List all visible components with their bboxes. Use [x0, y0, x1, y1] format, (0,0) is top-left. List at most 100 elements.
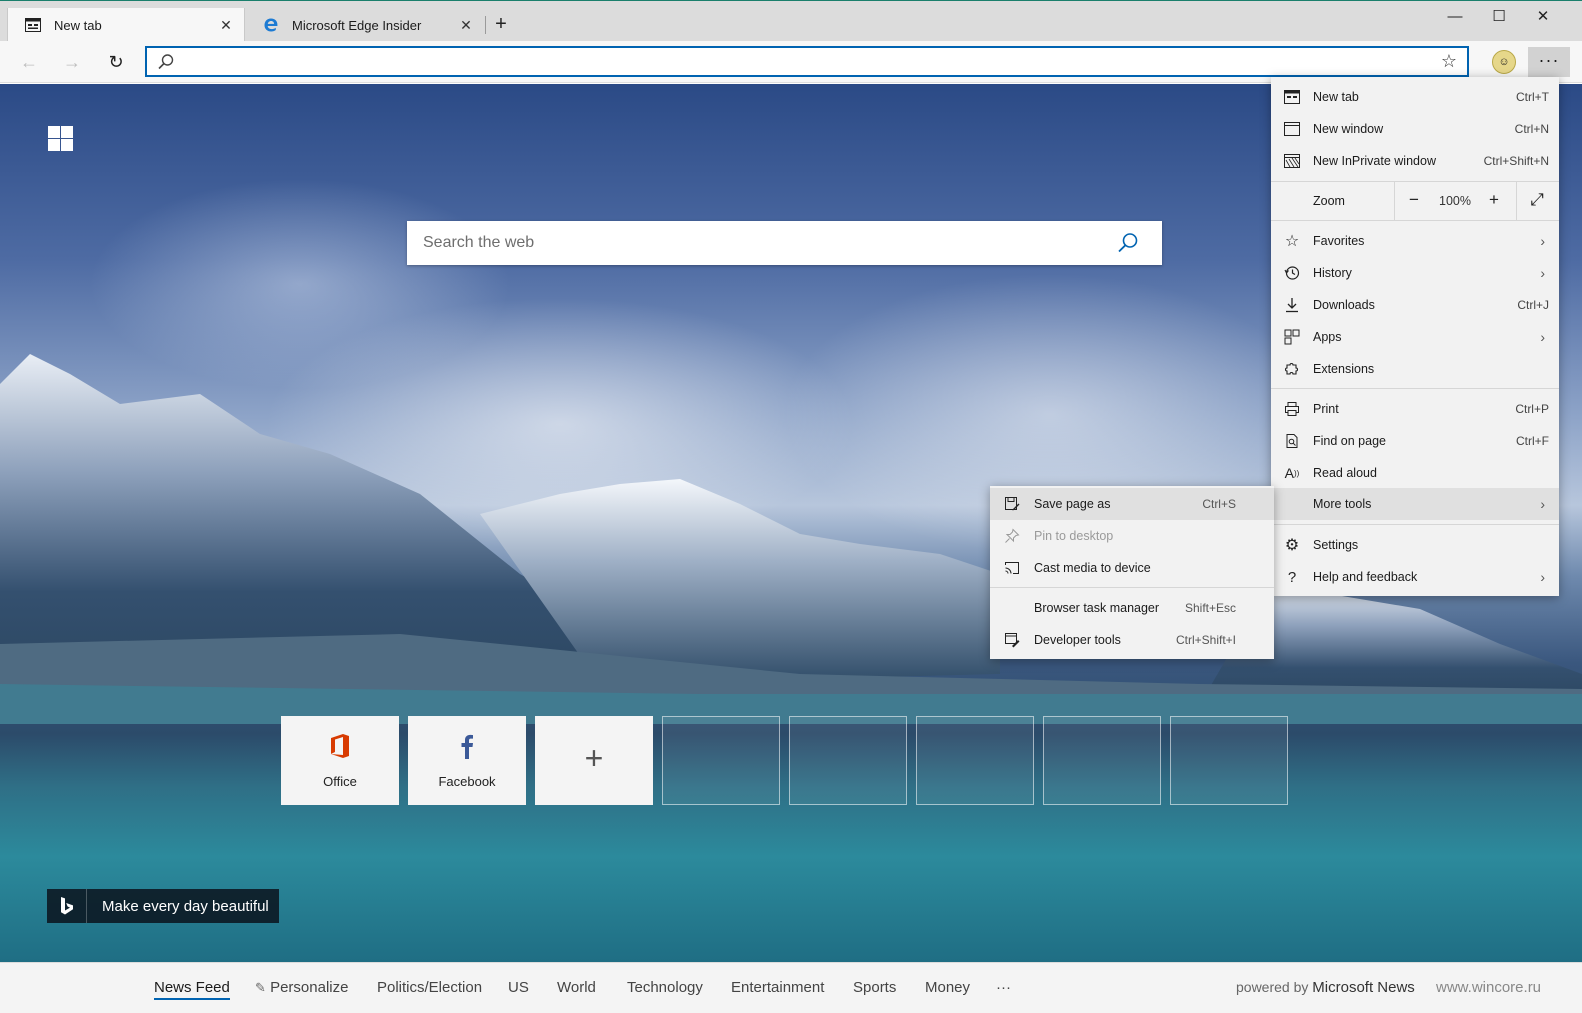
bing-image-caption[interactable]: Make every day beautiful: [47, 889, 279, 923]
zoom-out-button[interactable]: −: [1401, 190, 1427, 210]
cast-icon: [1003, 559, 1021, 577]
empty-site-slot[interactable]: [1170, 716, 1288, 805]
office-logo-icon: [281, 732, 399, 760]
news-tab-money[interactable]: Money: [925, 979, 970, 996]
menu-label: Find on page: [1313, 434, 1386, 448]
menu-label: Apps: [1313, 330, 1342, 344]
search-input[interactable]: Search the web: [423, 234, 534, 252]
powered-by: powered by Microsoft News: [1236, 979, 1415, 996]
tab-new-tab[interactable]: New tab ✕: [7, 8, 245, 42]
devtools-icon: [1003, 631, 1021, 649]
news-tab-sports[interactable]: Sports: [853, 979, 896, 996]
newtab-page-icon: [24, 17, 42, 33]
star-icon: ☆: [1284, 233, 1300, 250]
submenu-developer-tools[interactable]: Developer tools Ctrl+Shift+I: [990, 624, 1274, 656]
fullscreen-button[interactable]: ⤢: [1524, 190, 1550, 210]
news-tab-news-feed[interactable]: News Feed: [154, 979, 230, 1000]
empty-site-slot[interactable]: [789, 716, 907, 805]
empty-site-slot[interactable]: [662, 716, 780, 805]
print-icon: [1283, 400, 1301, 418]
powered-brand[interactable]: Microsoft News: [1312, 979, 1415, 996]
tab-title: Microsoft Edge Insider: [292, 17, 422, 33]
menu-apps[interactable]: Apps ›: [1271, 321, 1559, 353]
new-tab-icon: [1283, 88, 1301, 106]
news-tab-politics[interactable]: Politics/Election: [377, 979, 482, 996]
favorite-star-icon[interactable]: ☆: [1441, 51, 1457, 72]
menu-new-inprivate-window[interactable]: New InPrivate window Ctrl+Shift+N: [1271, 145, 1559, 177]
menu-label: New tab: [1313, 90, 1359, 104]
menu-favorites[interactable]: ☆ Favorites ›: [1271, 225, 1559, 257]
menu-label: History: [1313, 266, 1352, 280]
download-icon: [1283, 296, 1301, 314]
tab-edge-insider[interactable]: Microsoft Edge Insider ✕: [246, 8, 484, 42]
maximize-button[interactable]: ☐: [1477, 1, 1521, 31]
close-window-button[interactable]: ✕: [1521, 1, 1565, 31]
submenu-shortcut: Ctrl+Shift+I: [1175, 633, 1236, 647]
top-site-office[interactable]: Office: [281, 716, 399, 805]
menu-new-window[interactable]: New window Ctrl+N: [1271, 113, 1559, 145]
caption-text: Make every day beautiful: [102, 897, 269, 915]
menu-more-tools[interactable]: More tools ›: [1271, 488, 1559, 520]
news-tab-world[interactable]: World: [557, 979, 596, 996]
menu-print[interactable]: Print Ctrl+P: [1271, 393, 1559, 425]
menu-help-and-feedback[interactable]: ? Help and feedback ›: [1271, 561, 1559, 593]
tab-divider: [485, 16, 486, 34]
top-site-facebook[interactable]: Facebook: [408, 716, 526, 805]
close-tab-icon[interactable]: ✕: [458, 17, 474, 34]
zoom-label: Zoom: [1313, 194, 1345, 208]
zoom-in-button[interactable]: +: [1481, 190, 1507, 210]
web-search-box[interactable]: Search the web: [407, 221, 1162, 265]
settings-menu: New tab Ctrl+T New window Ctrl+N New InP…: [1271, 77, 1559, 596]
menu-shortcut: Ctrl+F: [1516, 434, 1549, 448]
menu-extensions[interactable]: Extensions: [1271, 353, 1559, 385]
top-site-label: Office: [323, 774, 357, 789]
menu-label: More tools: [1313, 497, 1372, 511]
refresh-button[interactable]: ↻: [100, 47, 132, 77]
settings-more-button[interactable]: ···: [1528, 47, 1570, 77]
back-button[interactable]: ←: [13, 47, 45, 77]
news-more-button[interactable]: ···: [996, 979, 1011, 996]
submenu-cast-media[interactable]: Cast media to device: [990, 552, 1274, 584]
empty-site-slot[interactable]: [916, 716, 1034, 805]
news-tab-technology[interactable]: Technology: [627, 979, 703, 996]
menu-new-tab[interactable]: New tab Ctrl+T: [1271, 81, 1559, 113]
inprivate-icon: [1283, 152, 1301, 170]
menu-label: Help and feedback: [1313, 570, 1418, 584]
empty-site-slot[interactable]: [1043, 716, 1161, 805]
submenu-browser-task-manager[interactable]: Browser task manager Shift+Esc: [990, 592, 1274, 624]
zoom-control: Zoom − 100% + ⤢: [1271, 182, 1559, 220]
more-tools-submenu: Save page as Ctrl+S Pin to desktop Cast …: [990, 486, 1274, 659]
news-tab-personalize[interactable]: ✎ Personalize: [255, 979, 348, 996]
menu-find-on-page[interactable]: Find on page Ctrl+F: [1271, 425, 1559, 457]
submenu-save-page-as[interactable]: Save page as Ctrl+S: [990, 488, 1274, 520]
forward-button[interactable]: →: [56, 47, 88, 77]
menu-shortcut: Ctrl+Shift+N: [1483, 154, 1549, 168]
zoom-value: 100%: [1439, 194, 1471, 208]
menu-label: New window: [1313, 122, 1384, 136]
news-tab-us[interactable]: US: [508, 979, 529, 996]
bing-logo-icon: [47, 889, 87, 923]
menu-label: New InPrivate window: [1313, 154, 1436, 168]
new-tab-button[interactable]: +: [490, 13, 512, 37]
minimize-button[interactable]: —: [1433, 1, 1477, 31]
close-tab-icon[interactable]: ✕: [218, 17, 234, 34]
find-icon: [1283, 432, 1301, 450]
chevron-right-icon: ›: [1540, 569, 1545, 585]
pin-icon: [1003, 527, 1021, 545]
menu-label: Extensions: [1313, 362, 1375, 376]
menu-history[interactable]: History ›: [1271, 257, 1559, 289]
tab-title: New tab: [54, 17, 102, 33]
avatar[interactable]: ☺: [1492, 50, 1516, 74]
menu-downloads[interactable]: Downloads Ctrl+J: [1271, 289, 1559, 321]
menu-settings[interactable]: ⚙ Settings: [1271, 529, 1559, 561]
menu-shortcut: Ctrl+T: [1516, 90, 1549, 104]
edge-logo-icon: [262, 17, 280, 33]
address-bar[interactable]: ☆: [145, 46, 1469, 77]
menu-read-aloud[interactable]: A)) Read aloud: [1271, 457, 1559, 489]
chevron-right-icon: ›: [1540, 265, 1545, 281]
add-site-button[interactable]: +: [535, 716, 653, 805]
menu-divider: [1271, 388, 1559, 389]
news-tab-entertainment[interactable]: Entertainment: [731, 979, 824, 996]
submenu-label: Pin to desktop: [1034, 529, 1114, 543]
search-icon[interactable]: [1116, 231, 1140, 258]
